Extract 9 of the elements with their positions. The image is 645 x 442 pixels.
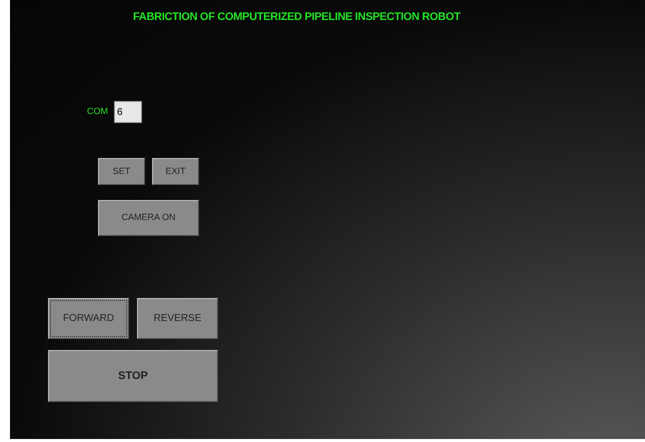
set-button[interactable]: SET [98,158,145,185]
com-port-field[interactable]: 6 [114,101,142,123]
stop-button[interactable]: STOP [48,350,218,402]
camera-button[interactable]: CAMERA ON [98,200,199,236]
forward-button[interactable]: FORWARD [48,298,129,339]
reverse-button[interactable]: REVERSE [137,298,218,339]
window-title: FABRICTION OF COMPUTERIZED PIPELINE INSPECTION ROBOT [133,10,462,24]
exit-button[interactable]: EXIT [152,158,199,185]
com-label: COM [87,105,108,118]
